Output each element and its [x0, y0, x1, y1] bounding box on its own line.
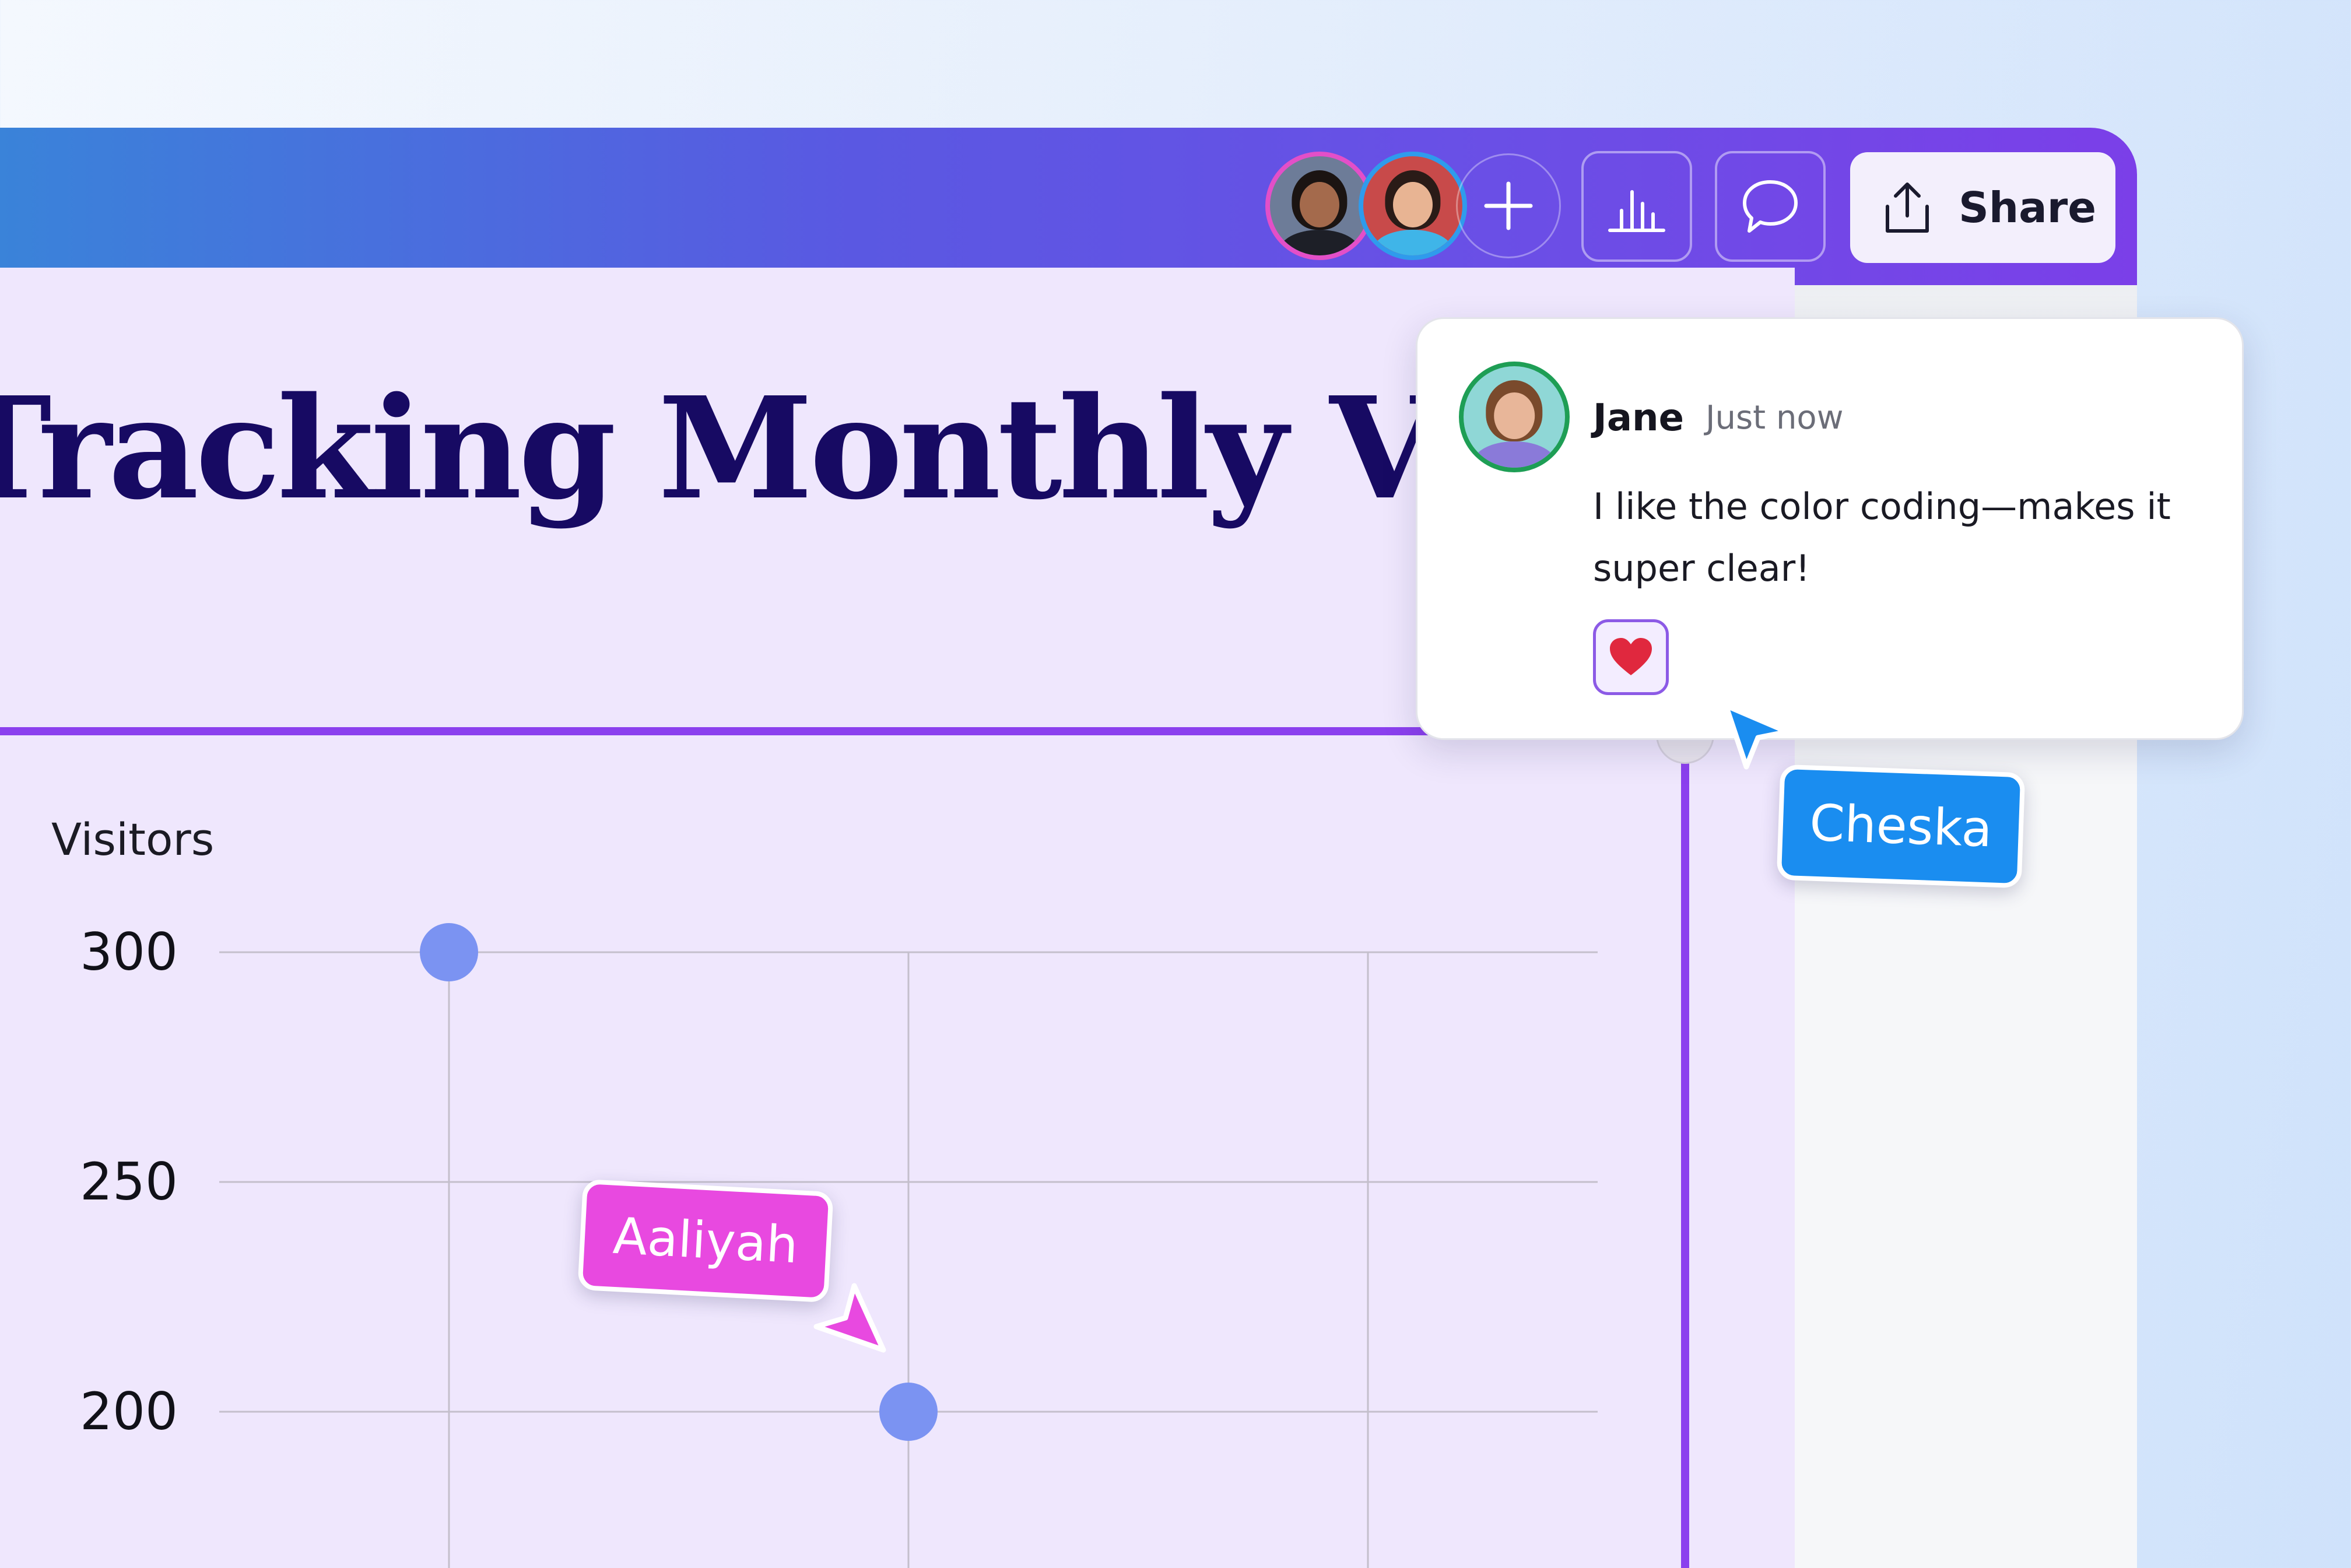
comment-text: I like the color coding—makes it super c… [1593, 485, 2171, 590]
data-point[interactable] [420, 923, 478, 981]
comments-button[interactable] [1715, 151, 1826, 262]
collaborator-avatar-1[interactable] [1265, 152, 1374, 260]
y-tick-label: 300 [80, 922, 178, 982]
aaliyah-name-tag: Aaliyah [577, 1178, 834, 1303]
top-toolbar: Share [0, 128, 2137, 285]
y-tick-label: 200 [80, 1381, 178, 1441]
bar-chart-icon [1608, 190, 1665, 232]
selection-border-right [1681, 727, 1689, 1568]
comment-author: Jane [1593, 397, 1684, 440]
share-button[interactable]: Share [1850, 152, 2115, 263]
add-collaborator-button[interactable] [1456, 153, 1561, 258]
upload-icon [1886, 183, 1929, 233]
aaliyah-cursor-icon [813, 1283, 886, 1353]
scatter-chart[interactable]: 300 250 200 [0, 875, 1679, 1568]
heart-reaction-button[interactable] [1593, 619, 1669, 695]
cheska-name-tag: Cheska [1776, 764, 2026, 889]
comment-timestamp: Just now [1706, 399, 1844, 437]
collaborator-avatar-2[interactable] [1359, 152, 1467, 260]
heart-icon [1610, 638, 1652, 675]
plus-icon [1484, 181, 1533, 230]
insights-button[interactable] [1581, 151, 1692, 262]
speech-bubble-icon [1743, 180, 1798, 233]
commenter-avatar[interactable] [1459, 362, 1570, 472]
chart-grid [219, 951, 1598, 1568]
chart-y-ticks: 300 250 200 [80, 922, 178, 1441]
data-point[interactable] [879, 1383, 938, 1441]
chart-y-axis-label: Visitors [51, 813, 215, 865]
share-label: Share [1959, 183, 2097, 232]
y-tick-label: 250 [80, 1152, 178, 1212]
